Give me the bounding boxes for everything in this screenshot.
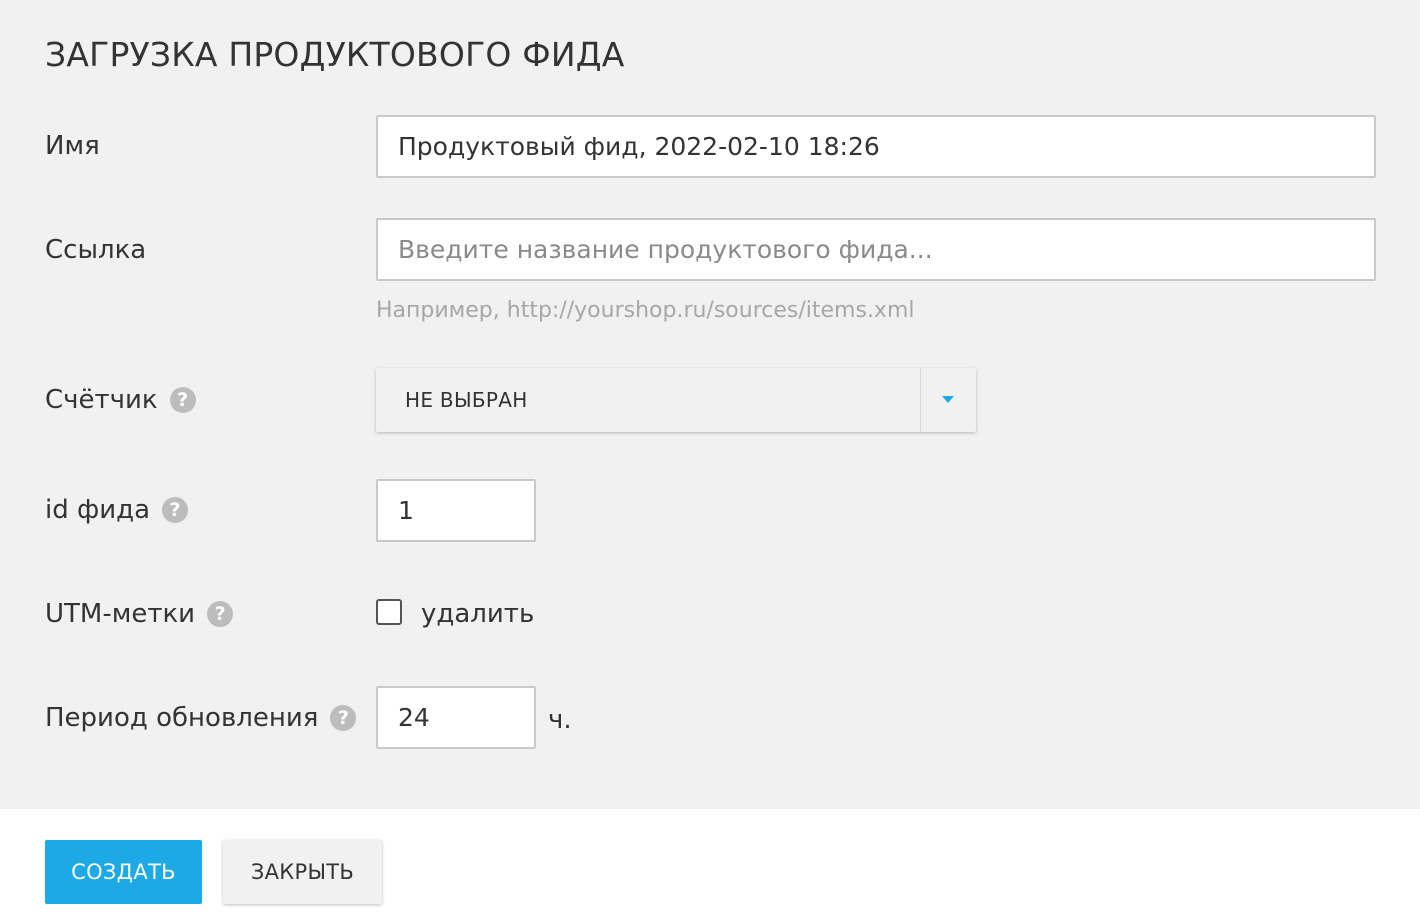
dialog-title: ЗАГРУЗКА ПРОДУКТОВОГО ФИДА <box>45 35 625 74</box>
chevron-down-icon[interactable] <box>942 396 954 403</box>
feed-id-help-icon[interactable]: ? <box>162 497 189 523</box>
feed-id-label-text: id фида <box>45 495 151 525</box>
name-input[interactable] <box>376 115 1376 178</box>
dialog-body: ЗАГРУЗКА ПРОДУКТОВОГО ФИДА Имя Ссылка На… <box>0 0 1420 809</box>
counter-help-icon[interactable]: ? <box>169 387 196 413</box>
feed-id-label: id фида ? <box>45 492 189 528</box>
counter-select-value: НЕ ВЫБРАН <box>405 388 528 412</box>
name-label-text: Имя <box>45 131 100 161</box>
create-button[interactable]: СОЗДАТЬ <box>45 840 202 904</box>
link-hint: Например, http://yourshop.ru/sources/ite… <box>376 298 915 323</box>
close-button[interactable]: ЗАКРЫТЬ <box>223 840 382 904</box>
update-period-help-icon[interactable]: ? <box>330 705 357 731</box>
counter-label: Счётчик ? <box>45 382 196 418</box>
utm-label: UTM-метки ? <box>45 596 234 632</box>
update-period-unit: ч. <box>548 705 572 735</box>
link-input[interactable] <box>376 218 1376 281</box>
update-period-input[interactable] <box>376 686 536 749</box>
utm-remove-checkbox[interactable] <box>376 599 402 625</box>
update-period-label: Период обновления ? <box>45 700 357 736</box>
name-label: Имя <box>45 128 100 164</box>
utm-remove-label[interactable]: удалить <box>421 596 534 632</box>
link-label-text: Ссылка <box>45 235 147 265</box>
utm-label-text: UTM-метки <box>45 599 196 629</box>
feed-id-input[interactable] <box>376 479 536 542</box>
counter-select[interactable]: НЕ ВЫБРАН <box>376 368 976 432</box>
utm-help-icon[interactable]: ? <box>207 601 234 627</box>
link-label: Ссылка <box>45 232 146 268</box>
update-period-label-text: Период обновления <box>45 703 319 733</box>
counter-label-text: Счётчик <box>45 385 158 415</box>
dialog-footer <box>0 809 1420 922</box>
select-divider <box>920 368 921 432</box>
feed-upload-dialog: ЗАГРУЗКА ПРОДУКТОВОГО ФИДА Имя Ссылка На… <box>0 0 1420 922</box>
